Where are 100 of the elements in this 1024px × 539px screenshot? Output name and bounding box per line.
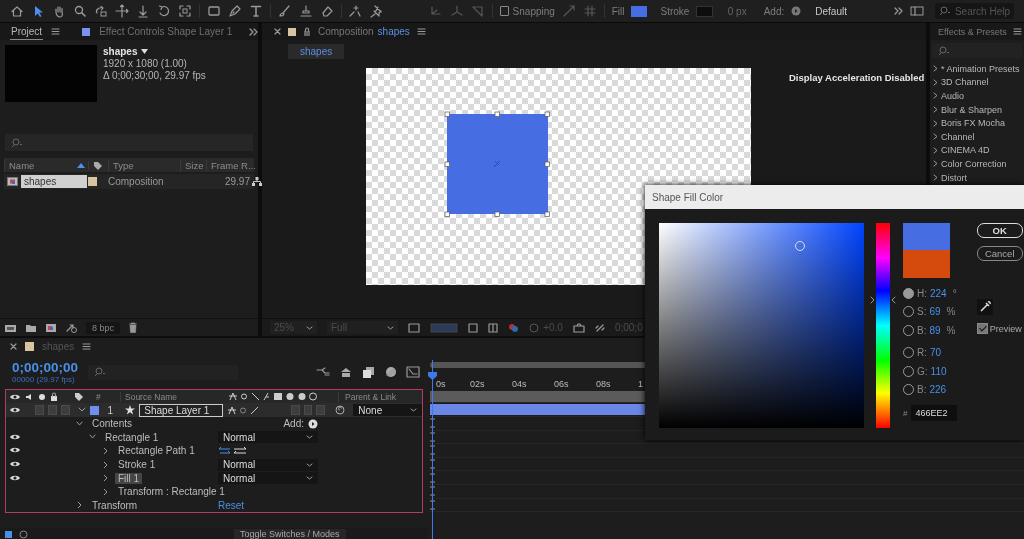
search-field[interactable] [88, 364, 238, 380]
color-mode-radio[interactable] [903, 287, 914, 299]
cancel-button[interactable]: Cancel [976, 246, 1023, 261]
chevron-down-icon[interactable] [77, 407, 86, 413]
frame-blending-icon[interactable] [362, 366, 375, 378]
draft-3d-icon[interactable] [339, 366, 353, 378]
path-direction-icon[interactable] [218, 446, 248, 456]
column-header[interactable]: Parent & Link [338, 391, 397, 402]
property-label[interactable]: Transform : Rectangle 1 [115, 486, 228, 498]
current-time-display[interactable]: 0;00;00;00 [12, 360, 76, 375]
pen-icon[interactable] [227, 4, 242, 18]
in-point-marker-icon [430, 472, 435, 483]
composition-flowchart-icon[interactable] [316, 366, 330, 378]
move-icon[interactable] [115, 4, 129, 18]
motion-blur-icon[interactable] [384, 366, 397, 378]
mode-switch-icon[interactable] [19, 529, 28, 539]
column-header[interactable]: Source Name [120, 391, 224, 402]
blend-mode-dropdown[interactable]: Normal [218, 431, 318, 444]
field-value[interactable]: 69 [929, 306, 941, 318]
original-color-swatch[interactable] [903, 250, 950, 278]
effect-category-item[interactable]: Distort [930, 170, 1024, 185]
preview-checkbox[interactable] [976, 323, 988, 334]
fill-color-swatch[interactable] [631, 5, 648, 17]
pin-icon[interactable] [369, 4, 384, 18]
comp-switch-icon[interactable] [4, 529, 13, 539]
effect-category-item[interactable]: Audio [930, 89, 1024, 103]
reset-link[interactable]: Reset [218, 499, 245, 511]
panel-tab[interactable]: Effect Controls Shape Layer 1 [98, 24, 234, 39]
effect-category-item[interactable]: CINEMA 4D [930, 143, 1024, 158]
pan-icon[interactable] [136, 4, 150, 18]
stroke-color-swatch[interactable] [696, 5, 713, 17]
chevron-down-icon[interactable] [76, 420, 83, 427]
interpret-footage-icon[interactable] [4, 322, 17, 333]
search-field[interactable] [5, 134, 253, 151]
field-value[interactable]: 110 [930, 365, 947, 377]
new-composition-icon[interactable] [45, 322, 57, 333]
chevron-right-icon[interactable] [76, 502, 83, 509]
orbit-icon[interactable] [94, 4, 108, 18]
search-field[interactable] [932, 43, 1022, 58]
effect-category-item[interactable]: Color Correction [930, 157, 1024, 171]
parent-dropdown[interactable]: None [353, 404, 423, 416]
property-label[interactable]: Stroke 1 [115, 459, 159, 471]
chevron-right-icon[interactable] [102, 461, 109, 468]
hand-icon[interactable] [52, 4, 66, 18]
effect-category-item[interactable]: Blur & Sharpen [930, 102, 1024, 117]
workspace-label[interactable]: Default [815, 5, 847, 17]
field-value[interactable]: 226 [929, 384, 947, 396]
column-header[interactable]: Size [180, 159, 206, 171]
new-folder-icon[interactable] [25, 322, 37, 333]
rectangle-shape[interactable] [444, 111, 550, 217]
rectangle-icon[interactable] [206, 4, 221, 18]
home-icon[interactable] [10, 4, 24, 18]
effect-category-item[interactable]: Channel [930, 129, 1024, 144]
field-value[interactable]: 224 [930, 287, 947, 299]
roto-brush-icon[interactable] [348, 4, 363, 18]
composition-breadcrumb-tab[interactable]: shapes [288, 44, 345, 59]
field-value[interactable]: 89 [929, 324, 941, 336]
hue-slider-thumb[interactable] [870, 296, 896, 305]
effect-category-item[interactable]: 3D Channel [930, 75, 1024, 90]
layer-name[interactable]: Shape Layer 1 [139, 403, 223, 417]
panel-tab[interactable]: Project [10, 23, 44, 40]
property-label[interactable]: Fill 1 [115, 472, 143, 484]
eyedropper-icon[interactable] [976, 299, 993, 315]
marquee-icon[interactable] [178, 4, 192, 18]
saturation-brightness-field[interactable] [659, 223, 864, 428]
chevron-right-icon[interactable] [102, 448, 109, 454]
ok-button[interactable]: OK [976, 223, 1023, 238]
trash-icon[interactable] [128, 322, 139, 333]
zoom-icon[interactable] [73, 4, 87, 18]
chevron-right-icon[interactable] [102, 488, 109, 495]
hex-field[interactable]: 466EE2 [911, 405, 958, 421]
stamp-icon[interactable] [298, 4, 313, 18]
property-label[interactable]: Contents [89, 418, 136, 430]
close-icon[interactable] [274, 28, 281, 35]
workspace-panel-icon[interactable] [909, 4, 924, 18]
field-value[interactable]: 70 [930, 347, 942, 359]
eye-icon[interactable] [9, 406, 21, 414]
graph-editor-icon[interactable] [406, 366, 420, 378]
add-circle-icon[interactable] [308, 418, 318, 429]
type-tool-icon[interactable] [248, 4, 263, 18]
snapping-checkbox[interactable] [500, 6, 509, 16]
toggle-switches-modes-button[interactable]: Toggle Switches / Modes [234, 528, 346, 539]
property-label[interactable]: Rectangle 1 [102, 431, 162, 443]
chevron-down-icon[interactable] [89, 434, 96, 441]
column-header[interactable]: Type [108, 159, 180, 171]
color-depth-button[interactable]: 8 bpc [86, 321, 121, 334]
effect-category-item[interactable]: * Animation Presets [930, 62, 1024, 76]
blend-mode-dropdown[interactable]: Normal [218, 472, 318, 485]
close-icon[interactable] [10, 343, 17, 350]
property-label[interactable]: Transform [89, 499, 141, 511]
brush-icon[interactable] [277, 4, 292, 18]
blend-mode-dropdown[interactable]: Normal [218, 458, 318, 471]
pick-whip-icon[interactable] [335, 405, 346, 415]
rotate-icon[interactable] [157, 4, 171, 18]
property-label[interactable]: Rectangle Path 1 [115, 445, 198, 457]
eraser-icon[interactable] [319, 4, 334, 18]
column-header[interactable]: Name [9, 159, 35, 171]
item-name-cell[interactable]: shapes [21, 175, 87, 188]
chevron-right-icon[interactable] [102, 475, 109, 482]
effect-category-item[interactable]: Boris FX Mocha [930, 116, 1024, 130]
